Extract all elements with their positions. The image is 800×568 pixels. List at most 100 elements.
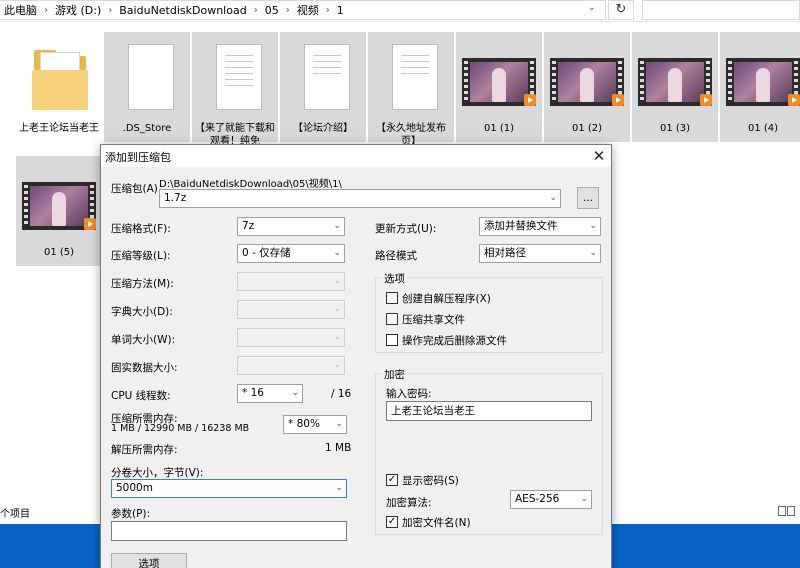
file-item-ds-store[interactable]: .DS_Store xyxy=(104,32,190,142)
encrypt-names-checkbox[interactable]: ✓ xyxy=(386,516,398,528)
dict-label: 字典大小(D): xyxy=(111,306,173,318)
file-label: .DS_Store xyxy=(122,123,172,134)
params-label: 参数(P): xyxy=(111,508,151,520)
file-label: 【论坛介绍】 xyxy=(293,123,353,134)
options-button[interactable]: 选项 xyxy=(111,553,187,568)
file-item-video[interactable]: 01 (4) xyxy=(720,32,800,142)
play-icon xyxy=(612,94,624,106)
chevron-right-icon: › xyxy=(108,4,113,16)
sfx-checkbox[interactable] xyxy=(386,292,398,304)
file-item-folder[interactable]: 上老王论坛当老王 xyxy=(16,32,102,142)
file-item-video[interactable]: 01 (2) xyxy=(544,32,630,142)
volume-combo[interactable]: 5000m ⌄ xyxy=(111,479,347,498)
file-label: 01 (1) xyxy=(483,123,515,134)
pathmode-label: 路径模式 xyxy=(375,250,417,262)
play-icon xyxy=(788,94,800,106)
refresh-icon[interactable]: ↻ xyxy=(608,0,634,20)
explorer-address-bar: 此电脑 › 游戏 (D:) › BaiduNetdiskDownload › 0… xyxy=(0,0,800,22)
breadcrumb-drive-d[interactable]: 游戏 (D:) xyxy=(51,2,105,18)
file-label: 01 (4) xyxy=(747,123,779,134)
cpu-total: / 16 xyxy=(331,388,352,400)
file-label: 01 (3) xyxy=(659,123,691,134)
enc-method-value: AES-256 xyxy=(515,493,560,505)
method-label: 压缩方法(M): xyxy=(111,278,174,290)
delete-checkbox[interactable] xyxy=(386,334,398,346)
shared-checkbox[interactable] xyxy=(386,313,398,325)
dialog-title: 添加到压缩包 xyxy=(105,151,171,164)
chevron-down-icon: ⌄ xyxy=(580,494,588,504)
file-item-video[interactable]: 01 (3) xyxy=(632,32,718,142)
file-item-doc[interactable]: 【论坛介绍】 xyxy=(280,32,366,142)
chevron-down-icon: ⌄ xyxy=(335,419,343,429)
update-value: 添加并替换文件 xyxy=(484,220,558,232)
chevron-down-icon: ⌄ xyxy=(333,304,341,314)
view-toggle-icon[interactable] xyxy=(778,506,798,518)
show-password-checkbox[interactable]: ✓ xyxy=(386,474,398,486)
file-label: 01 (2) xyxy=(571,123,603,134)
add-to-archive-dialog: 添加到压缩包 ✕ 压缩包(A) D:\BaiduNetdiskDownload\… xyxy=(100,144,612,568)
cpu-value: * 16 xyxy=(242,387,264,399)
enc-method-select[interactable]: AES-256 ⌄ xyxy=(510,490,592,509)
word-select[interactable]: ⌄ xyxy=(237,328,345,347)
file-label: 01 (5) xyxy=(43,247,75,258)
archive-path: D:\BaiduNetdiskDownload\05\视频\1\ xyxy=(159,179,342,190)
pathmode-select[interactable]: 相对路径 ⌄ xyxy=(479,244,601,263)
pathmode-value: 相对路径 xyxy=(484,247,526,259)
dict-select[interactable]: ⌄ xyxy=(237,300,345,319)
decomp-value: 1 MB xyxy=(325,442,352,454)
video-thumbnail xyxy=(462,42,536,114)
chevron-down-icon: ⌄ xyxy=(333,221,341,231)
chevron-right-icon: › xyxy=(253,4,258,16)
breadcrumb[interactable]: 此电脑 › 游戏 (D:) › BaiduNetdiskDownload › 0… xyxy=(0,0,606,20)
params-input[interactable] xyxy=(111,521,347,541)
video-thumbnail xyxy=(638,42,712,114)
mem-detail: 1 MB / 12990 MB / 16238 MB xyxy=(111,423,250,434)
video-thumbnail xyxy=(22,166,96,238)
solid-select[interactable]: ⌄ xyxy=(237,356,345,375)
mem-value: * 80% xyxy=(288,418,320,430)
breadcrumb-1[interactable]: 1 xyxy=(333,4,348,17)
method-select[interactable]: ⌄ xyxy=(237,272,345,291)
delete-label: 操作完成后删除源文件 xyxy=(402,335,507,347)
chevron-down-icon: ⌄ xyxy=(589,248,597,258)
breadcrumb-05[interactable]: 05 xyxy=(261,4,283,17)
encrypt-names-label: 加密文件名(N) xyxy=(402,517,471,529)
archive-name-value: 1.7z xyxy=(164,192,187,204)
volume-label: 分卷大小，字节(V): xyxy=(111,467,204,479)
password-input[interactable]: 上老王论坛当老王 xyxy=(386,401,592,421)
level-select[interactable]: 0 - 仅存储 ⌄ xyxy=(237,244,345,263)
archive-name-combo[interactable]: 1.7z ⌄ xyxy=(159,189,561,208)
breadcrumb-video[interactable]: 视频 xyxy=(293,2,323,18)
file-item-video[interactable]: 01 (5) xyxy=(16,156,102,266)
breadcrumb-baidu[interactable]: BaiduNetdiskDownload xyxy=(115,4,250,17)
cpu-select[interactable]: * 16 ⌄ xyxy=(237,384,303,403)
sfx-label: 创建自解压程序(X) xyxy=(402,293,491,305)
file-item-video[interactable]: 01 (1) xyxy=(456,32,542,142)
mem-select[interactable]: * 80% ⌄ xyxy=(283,415,347,434)
file-item-doc[interactable]: 【来了就能下载和观看！纯免 xyxy=(192,32,278,147)
word-label: 单词大小(W): xyxy=(111,334,176,346)
chevron-down-icon: ⌄ xyxy=(333,276,341,286)
play-icon xyxy=(700,94,712,106)
document-icon xyxy=(110,42,184,114)
show-password-label: 显示密码(S) xyxy=(402,475,459,487)
shared-label: 压缩共享文件 xyxy=(402,314,465,326)
options-group: 选项 创建自解压程序(X) 压缩共享文件 操作完成后删除源文件 xyxy=(375,271,603,353)
solid-label: 固实数据大小: xyxy=(111,362,178,374)
item-count: 个项目 xyxy=(0,509,30,520)
file-item-doc[interactable]: 【永久地址发布页】 xyxy=(368,32,454,147)
chevron-down-icon[interactable]: ⌄ xyxy=(588,3,596,13)
browse-button[interactable]: ... xyxy=(577,187,599,209)
search-input[interactable] xyxy=(642,0,800,20)
volume-value: 5000m xyxy=(116,482,153,494)
close-icon[interactable]: ✕ xyxy=(589,146,609,166)
archive-label: 压缩包(A) xyxy=(111,183,158,195)
format-select[interactable]: 7z ⌄ xyxy=(237,217,345,236)
play-icon xyxy=(524,94,536,106)
chevron-down-icon: ⌄ xyxy=(291,388,299,398)
update-select[interactable]: 添加并替换文件 ⌄ xyxy=(479,217,601,236)
play-icon xyxy=(84,218,96,230)
update-label: 更新方式(U): xyxy=(375,223,437,235)
breadcrumb-this-pc[interactable]: 此电脑 xyxy=(0,2,41,18)
file-label: 上老王论坛当老王 xyxy=(19,123,99,134)
